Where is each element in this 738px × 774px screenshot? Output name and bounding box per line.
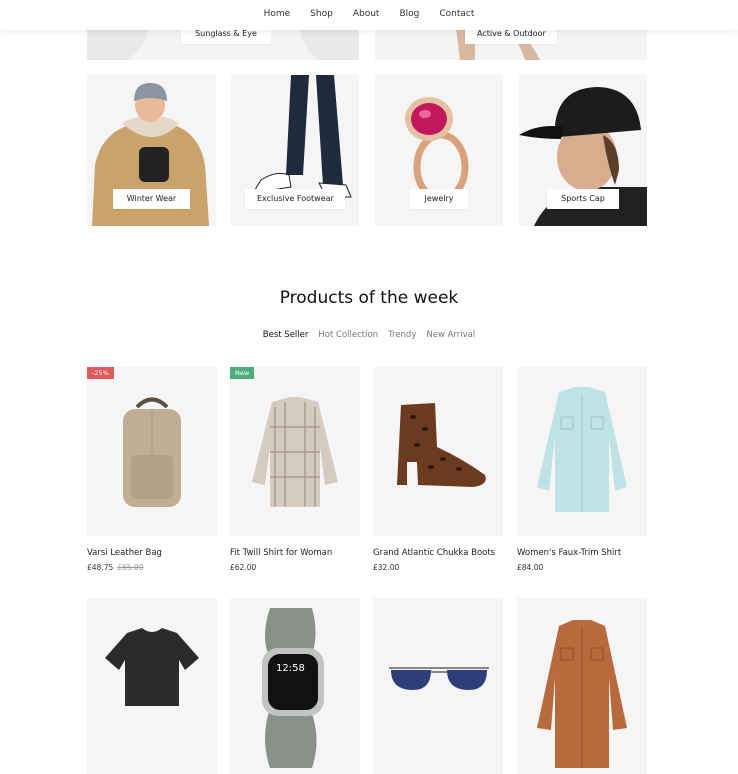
category-label: Sports Cap	[547, 189, 619, 209]
nav-blog[interactable]: Blog	[389, 0, 429, 30]
product-name[interactable]: Women's Faux-Trim Shirt	[517, 548, 621, 558]
category-card-winter-wear[interactable]: Winter Wear	[87, 75, 216, 226]
leopard-boot-image	[397, 403, 486, 487]
product-filter-tabs: Best Seller Hot Collection Trendy New Ar…	[0, 330, 738, 340]
product-name[interactable]: Varsi Leather Bag	[87, 548, 162, 558]
product-name[interactable]: Fit Twill Shirt for Woman	[230, 548, 332, 558]
product-name[interactable]: Grand Atlantic Chukka Boots	[373, 548, 495, 558]
product-card-sunglasses[interactable]	[373, 598, 503, 774]
filter-new-arrival[interactable]: New Arrival	[426, 330, 475, 340]
product-price: £62.00	[230, 563, 257, 572]
old-price: £65.00	[117, 563, 144, 572]
category-card-jewelry[interactable]: Jewelry	[375, 75, 503, 226]
brown-shirt-image	[537, 620, 627, 768]
product-price: £32.00	[373, 563, 400, 572]
nav-about[interactable]: About	[343, 0, 390, 30]
plaid-shirt-image	[252, 397, 338, 507]
category-card-footwear[interactable]: Exclusive Footwear	[231, 75, 359, 226]
nav-contact[interactable]: Contact	[429, 0, 484, 30]
product-card-twill-shirt[interactable]: New	[230, 367, 360, 536]
top-navigation: Home Shop About Blog Contact	[0, 0, 738, 30]
sunglasses-image	[389, 667, 489, 690]
category-label: Jewelry	[410, 189, 468, 209]
watch-time: 12:58	[276, 663, 305, 674]
backpack-image	[123, 397, 181, 507]
black-tshirt-image	[105, 628, 199, 706]
product-card-smartwatch[interactable]: 12:58	[230, 598, 360, 774]
section-title: Products of the week	[279, 288, 459, 308]
category-label: Winter Wear	[113, 189, 190, 209]
current-price: £48.75	[87, 563, 114, 572]
new-badge: New	[230, 367, 255, 379]
category-label: Exclusive Footwear	[245, 189, 345, 209]
product-card-bag[interactable]: -25%	[87, 367, 217, 536]
product-card-boots[interactable]	[373, 367, 503, 536]
smartwatch-image: 12:58	[262, 608, 324, 768]
product-card-tshirt[interactable]	[87, 598, 217, 774]
product-price: £48.75 £65.00	[87, 563, 144, 572]
filter-hot-collection[interactable]: Hot Collection	[318, 330, 378, 340]
category-card-sports-cap[interactable]: Sports Cap	[519, 75, 647, 226]
product-card-brown-shirt[interactable]	[517, 598, 647, 774]
nav-shop[interactable]: Shop	[300, 0, 343, 30]
product-price: £84.00	[517, 563, 544, 572]
product-card-faux-trim-shirt[interactable]	[517, 367, 647, 536]
blue-shirt-image	[537, 387, 627, 512]
filter-trendy[interactable]: Trendy	[388, 330, 416, 340]
filter-best-seller[interactable]: Best Seller	[263, 330, 309, 340]
discount-badge: -25%	[87, 367, 114, 379]
nav-home[interactable]: Home	[254, 0, 301, 30]
